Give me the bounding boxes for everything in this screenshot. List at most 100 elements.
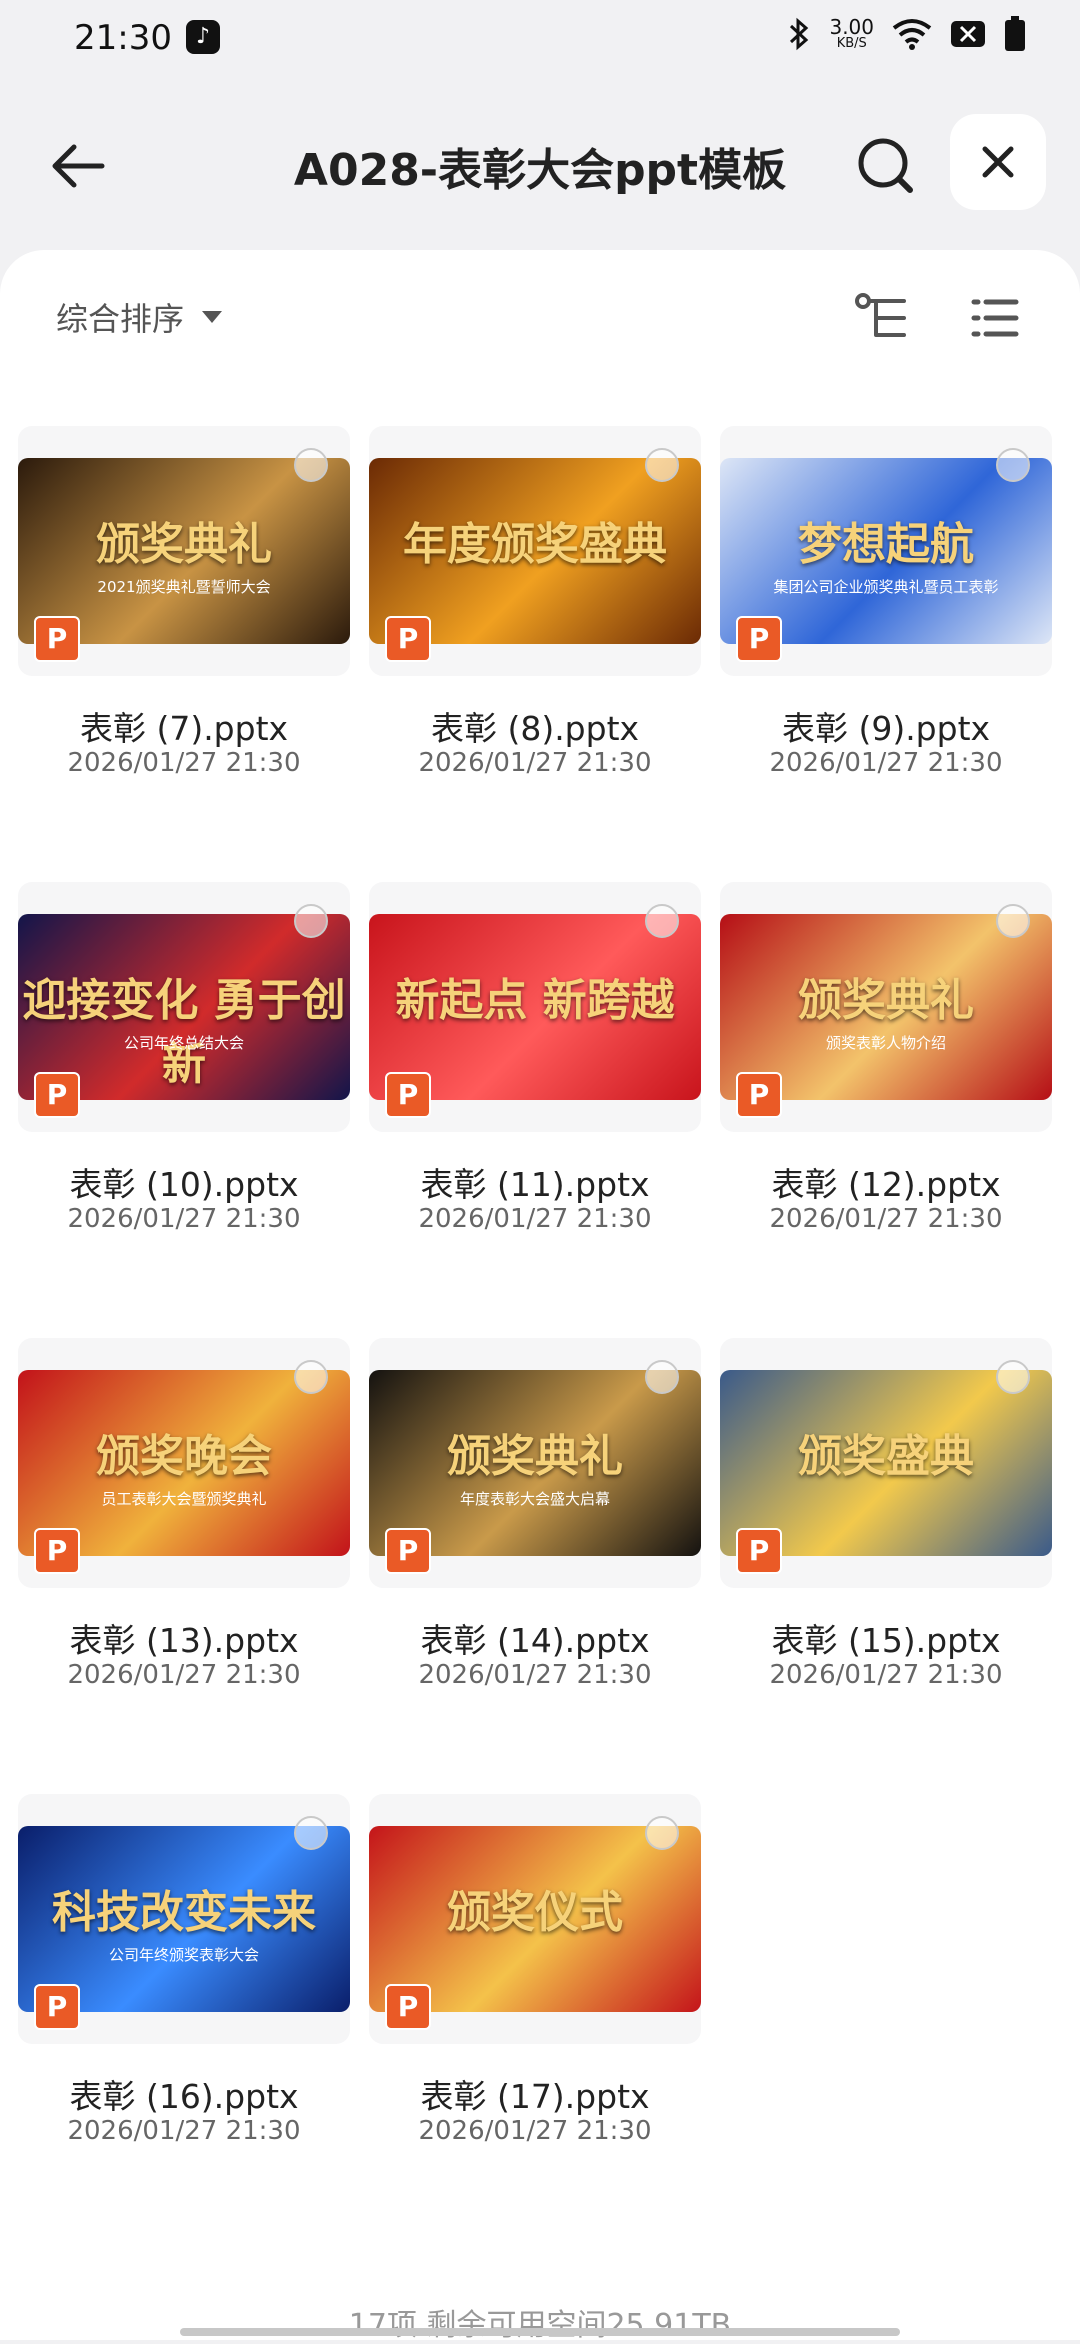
file-name: 表彰 (9).pptx <box>781 709 991 748</box>
ppt-icon: P <box>385 616 431 662</box>
home-indicator[interactable] <box>180 2328 900 2336</box>
select-radio[interactable] <box>294 1360 328 1394</box>
thumbnail-container: 科技改变未来公司年终颁奖表彰大会 P <box>18 1794 350 2044</box>
tree-view-icon <box>855 293 906 337</box>
file-card[interactable]: 颁奖仪式 P 表彰 (17).pptx 2026/01/27 21:30 <box>369 1794 701 2214</box>
ppt-icon: P <box>34 616 80 662</box>
file-name: 表彰 (7).pptx <box>79 709 289 748</box>
thumbnail-container: 颁奖晚会员工表彰大会暨颁奖典礼 P <box>18 1338 350 1588</box>
ppt-icon: P <box>34 1528 80 1574</box>
file-name: 表彰 (15).pptx <box>771 1621 1001 1660</box>
file-card[interactable]: 迎接变化 勇于创新 公司年终总结大会 P 表彰 (10).pptx 2026/01/27… <box>18 882 350 1302</box>
thumbnail-container: 梦想起航 集团公司企业颁奖典礼暨员工表彰 P <box>720 426 1052 676</box>
thumbnail-title: 颁奖仪式 <box>447 1887 623 1938</box>
search-button[interactable] <box>848 128 924 204</box>
file-date: 2026/01/27 21:30 <box>769 1660 1003 1690</box>
list-view-icon <box>971 299 1019 337</box>
ppt-icon: P <box>736 1072 782 1118</box>
thumbnail-title: 颁奖典礼 <box>96 519 272 570</box>
ppt-icon: P <box>736 616 782 662</box>
select-radio[interactable] <box>645 448 679 482</box>
file-date: 2026/01/27 21:30 <box>67 1660 301 1690</box>
thumbnail-subtitle: 年度表彰大会盛大启幕 <box>459 1490 610 1508</box>
ppt-icon: P <box>34 1984 80 2030</box>
close-button[interactable] <box>950 114 1046 210</box>
file-date: 2026/01/27 21:30 <box>769 748 1003 778</box>
tiktok-icon: ♪ <box>186 20 220 54</box>
thumbnail-title: 新起点 新跨越 <box>395 975 675 1026</box>
thumbnail-title: 科技改变未来 <box>52 1887 316 1938</box>
select-radio[interactable] <box>294 448 328 482</box>
ppt-icon: P <box>34 1072 80 1118</box>
thumbnail-container: 颁奖典礼年度表彰大会盛大启幕 P <box>369 1338 701 1588</box>
file-name: 表彰 (17).pptx <box>420 2077 650 2116</box>
thumbnail-subtitle: 公司年终总结大会 <box>123 1034 244 1052</box>
thumbnail-title: 颁奖晚会 <box>96 1431 272 1482</box>
file-card[interactable]: 颁奖晚会 员工表彰大会暨颁奖典礼 P 表彰 (13).pptx 2026/01/27 2… <box>18 1338 350 1758</box>
thumbnail-subtitle: 员工表彰大会暨颁奖典礼 <box>101 1490 267 1508</box>
file-panel: 综合排序 颁奖典礼 2021颁奖典礼暨誓师大会 P 表彰 (7).pptx 2026/0… <box>0 250 1080 2340</box>
select-radio[interactable] <box>645 904 679 938</box>
thumbnail-title: 年度颁奖盛典 <box>403 519 667 570</box>
file-card[interactable]: 梦想起航 集团公司企业颁奖典礼暨员工表彰 P 表彰 (9).pptx 2026/01/2… <box>720 426 1052 846</box>
status-time: 21:30 <box>74 18 172 58</box>
select-radio[interactable] <box>294 904 328 938</box>
thumbnail-title: 颁奖盛典 <box>798 1431 974 1482</box>
select-radio[interactable] <box>996 448 1030 482</box>
select-radio[interactable] <box>294 1816 328 1850</box>
network-speed: 3.00 KB/S <box>829 15 874 51</box>
chevron-down-icon <box>202 311 223 323</box>
thumbnail-title: 颁奖典礼 <box>447 1431 623 1482</box>
thumbnail-container: 迎接变化 勇于创新 公司年终总结大会 P <box>18 882 350 1132</box>
file-card[interactable]: 颁奖典礼年度表彰大会盛大启幕 P 表彰 (14).pptx 2026/01/27 21… <box>369 1338 701 1758</box>
status-bar: 21:30 ♪ 3.00 KB/S <box>0 0 1080 80</box>
thumbnail-title: 颁奖典礼 <box>798 975 974 1026</box>
file-card[interactable]: 颁奖典礼 2021颁奖典礼暨誓师大会 P 表彰 (7).pptx 2026/01/27 … <box>18 426 350 846</box>
file-card[interactable]: 新起点 新跨越 P 表彰 (11).pptx 2026/01/27 21:30 <box>369 882 701 1302</box>
select-radio[interactable] <box>996 904 1030 938</box>
select-radio[interactable] <box>645 1360 679 1394</box>
thumbnail-container: 颁奖典礼 2021颁奖典礼暨誓师大会 P <box>18 426 350 676</box>
file-name: 表彰 (12).pptx <box>771 1165 1001 1204</box>
storage-summary: 17项 剩余可用空间25.91TB <box>348 2308 732 2343</box>
thumbnail-subtitle: 2021颁奖典礼暨誓师大会 <box>97 578 271 596</box>
file-date: 2026/01/27 21:30 <box>418 748 652 778</box>
file-date: 2026/01/27 21:30 <box>418 1660 652 1690</box>
select-radio[interactable] <box>645 1816 679 1850</box>
search-icon <box>858 138 913 193</box>
select-radio[interactable] <box>996 1360 1030 1394</box>
thumbnail-container: 年度颁奖盛典 P <box>369 426 701 676</box>
file-card[interactable]: 科技改变未来公司年终颁奖表彰大会 P 表彰 (16).pptx 2026/01/27 … <box>18 1794 350 2214</box>
ppt-icon: P <box>385 1072 431 1118</box>
file-card[interactable]: 年度颁奖盛典 P 表彰 (8).pptx 2026/01/27 21:30 <box>369 426 701 846</box>
file-date: 2026/01/27 21:30 <box>67 748 301 778</box>
thumbnail-container: 颁奖仪式 P <box>369 1794 701 2044</box>
bluetooth-icon <box>790 17 809 51</box>
thumbnail-container: 颁奖盛典 P <box>720 1338 1052 1588</box>
file-date: 2026/01/27 21:30 <box>418 2116 652 2146</box>
ppt-icon: P <box>736 1528 782 1574</box>
header-bar: A028-表彰大会ppt模板 <box>0 110 1080 220</box>
thumbnail-title: 梦想起航 <box>798 519 974 570</box>
file-name: 表彰 (14).pptx <box>420 1621 650 1660</box>
close-icon <box>982 146 1014 178</box>
status-icons: 3.00 KB/S <box>787 16 1026 52</box>
ppt-icon: P <box>385 1528 431 1574</box>
file-name: 表彰 (10).pptx <box>69 1165 299 1204</box>
tree-view-button[interactable] <box>848 286 918 350</box>
file-card[interactable]: 颁奖典礼 颁奖表彰人物介绍 P 表彰 (12).pptx 2026/01/27 21:3… <box>720 882 1052 1302</box>
file-card[interactable]: 颁奖盛典 P 表彰 (15).pptx 2026/01/27 21:30 <box>720 1338 1052 1758</box>
sim-off-icon <box>951 21 985 47</box>
sort-dropdown[interactable]: 综合排序 <box>56 294 223 340</box>
file-date: 2026/01/27 21:30 <box>67 2116 301 2146</box>
thumbnail-container: 颁奖典礼 颁奖表彰人物介绍 P <box>720 882 1052 1132</box>
file-date: 2026/01/27 21:30 <box>418 1204 652 1234</box>
thumbnail-container: 新起点 新跨越 P <box>369 882 701 1132</box>
file-date: 2026/01/27 21:30 <box>769 1204 1003 1234</box>
file-name: 表彰 (16).pptx <box>69 2077 299 2116</box>
file-name: 表彰 (8).pptx <box>430 709 640 748</box>
thumbnail-subtitle: 公司年终颁奖表彰大会 <box>108 1946 259 1964</box>
file-name: 表彰 (11).pptx <box>420 1165 650 1204</box>
list-view-button[interactable] <box>960 286 1030 350</box>
battery-icon <box>1005 16 1025 51</box>
